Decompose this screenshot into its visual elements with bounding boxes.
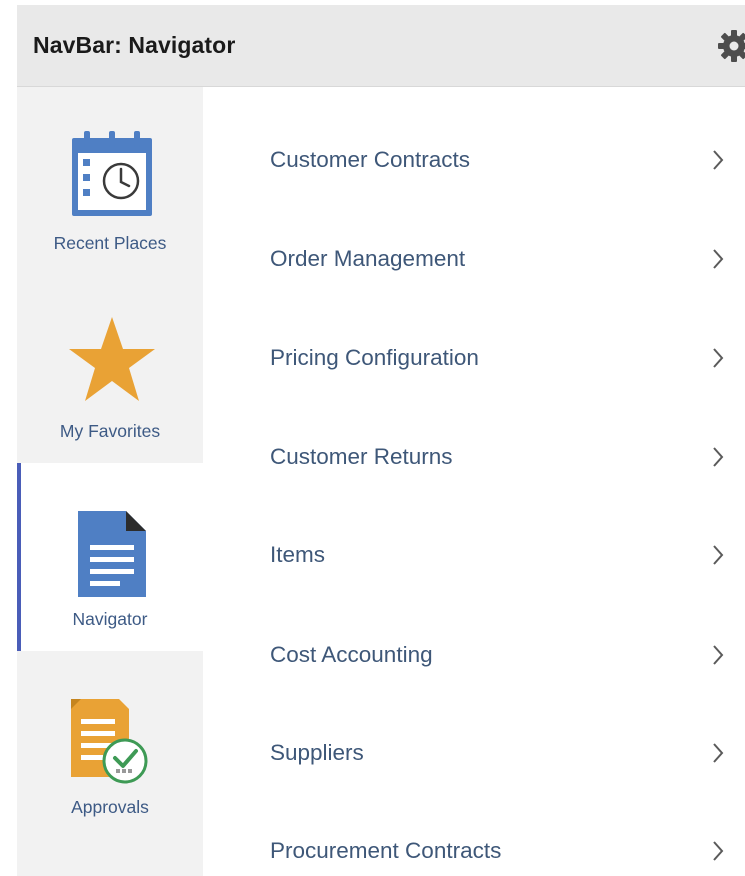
navigator-item-order-management[interactable]: Order Management (203, 201, 745, 299)
navigator-item-label: Customer Contracts (270, 147, 471, 172)
sidebar-item-navigator[interactable]: Navigator (17, 463, 203, 651)
sidebar-item-my-favorites[interactable]: My Favorites (17, 275, 203, 463)
star-icon (69, 317, 155, 401)
navigator-item-label: Suppliers (270, 740, 364, 765)
navigator-item-customer-contracts[interactable]: Customer Contracts (203, 102, 745, 200)
navigator-item-customer-returns[interactable]: Customer Returns (203, 399, 745, 497)
navigator-item-label: Procurement Contracts (270, 838, 502, 863)
navigator-item-label: Items (270, 542, 326, 567)
navigator-item-label: Order Management (270, 246, 466, 271)
gear-icon[interactable] (717, 29, 745, 63)
chevron-right-icon (713, 645, 724, 665)
navigator-item-cost-accounting[interactable]: Cost Accounting (203, 597, 745, 695)
chevron-right-icon (713, 150, 724, 170)
chevron-right-icon (713, 447, 724, 467)
navigator-item-items[interactable]: Items (203, 497, 745, 595)
chevron-right-icon (713, 743, 724, 763)
navigator-item-suppliers[interactable]: Suppliers (203, 695, 745, 793)
navigator-list: Customer Contracts Order Management Pric… (203, 87, 745, 876)
recent-places-calendar-clock-icon (72, 131, 152, 216)
chevron-right-icon (713, 841, 724, 861)
sidebar-item-recent-places[interactable]: Recent Places (17, 87, 203, 275)
chevron-right-icon (713, 545, 724, 565)
sidebar-item-approvals[interactable]: Approvals (17, 651, 203, 839)
chevron-right-icon (713, 249, 724, 269)
navigator-item-label: Customer Returns (270, 444, 453, 469)
navbar-panel: NavBar: Navigator Recent Places My Favor… (0, 0, 745, 876)
navigator-item-procurement-contracts[interactable]: Procurement Contracts (203, 793, 745, 876)
sidebar-item-label: Navigator (72, 609, 148, 629)
sidebar-item-label: Recent Places (53, 233, 167, 253)
navigator-item-label: Cost Accounting (270, 642, 433, 667)
navbar-sidebar: Recent Places My Favorites Navigator App… (17, 87, 203, 876)
approvals-document-check-icon (71, 699, 148, 784)
sidebar-item-label: My Favorites (59, 421, 161, 441)
document-icon (78, 511, 146, 597)
navbar-header: NavBar: Navigator (17, 5, 745, 87)
sidebar-item-label: Approvals (71, 797, 149, 817)
navbar-title: NavBar: Navigator (33, 32, 236, 58)
chevron-right-icon (713, 348, 724, 368)
navigator-item-pricing-configuration[interactable]: Pricing Configuration (203, 300, 745, 398)
navigator-item-label: Pricing Configuration (270, 345, 479, 370)
